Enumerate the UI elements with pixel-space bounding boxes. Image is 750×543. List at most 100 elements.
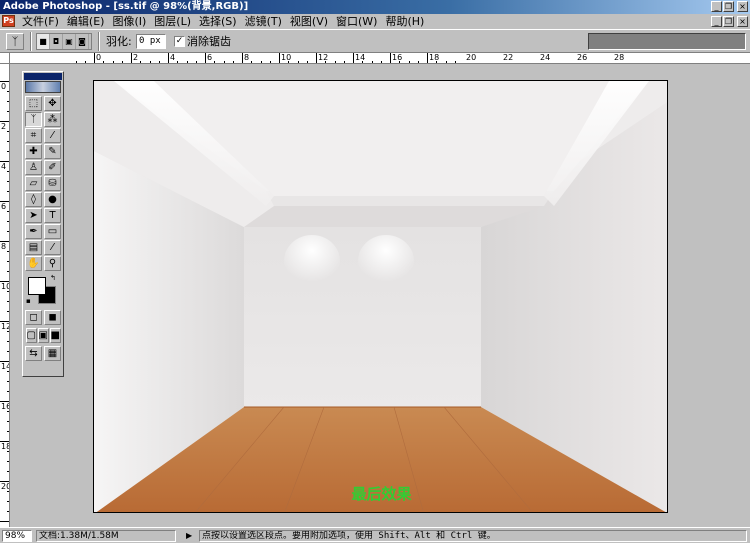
feather-label: 羽化: <box>106 35 132 48</box>
ruler-tick <box>7 391 9 392</box>
ruler-label: 8 <box>1 242 7 251</box>
menu-item[interactable]: 文件(F) <box>18 14 63 29</box>
ruler-tick <box>205 53 206 63</box>
ruler-tick <box>7 141 9 142</box>
move-icon[interactable]: ✥ <box>44 96 61 111</box>
blur-icon[interactable]: ◊ <box>25 192 42 207</box>
menu-item[interactable]: 选择(S) <box>195 14 241 29</box>
quick-mask-icon[interactable]: ◼ <box>44 310 61 325</box>
canvas-caption: 最后效果 <box>351 485 412 503</box>
close-button[interactable]: × <box>737 1 748 12</box>
ruler-tick <box>7 331 9 332</box>
ruler-tick <box>177 61 179 63</box>
ruler-label: 4 <box>1 162 7 171</box>
color-swatches: ↰ ▪ <box>25 275 61 307</box>
ruler-tick <box>242 53 243 63</box>
ruler-origin[interactable] <box>0 53 10 64</box>
foreground-color[interactable] <box>28 277 46 295</box>
default-colors-icon[interactable]: ▪ <box>26 298 31 305</box>
pen-icon[interactable]: ✒ <box>25 224 42 239</box>
path-select-icon[interactable]: ➤ <box>25 208 42 223</box>
brush-icon[interactable]: ✎ <box>44 144 61 159</box>
ruler-tick <box>7 341 9 342</box>
restore-button[interactable]: ❐ <box>723 1 734 12</box>
menu-item[interactable]: 帮助(H) <box>381 14 428 29</box>
notes-icon[interactable]: ▤ <box>25 240 42 255</box>
jump-imageready-icon[interactable]: ⇆ <box>25 346 42 361</box>
ruler-tick <box>7 301 9 302</box>
marquee-icon[interactable]: ⬚ <box>25 96 42 111</box>
ruler-tick <box>417 61 419 63</box>
antialias-checkbox[interactable]: ✓ <box>174 36 185 47</box>
ruler-tick <box>168 53 169 63</box>
menu-item[interactable]: 图像(I) <box>108 14 150 29</box>
ruler-tick <box>7 381 9 382</box>
history-brush-icon[interactable]: ✐ <box>44 160 61 175</box>
document-window-controls: _ ❐ × <box>711 16 748 27</box>
add-selection-button[interactable]: ◘ <box>50 34 63 49</box>
doc-close-button[interactable]: × <box>737 16 748 27</box>
zoom-icon[interactable]: ⚲ <box>44 256 61 271</box>
ruler-tick <box>7 101 9 102</box>
ruler-tick <box>94 53 95 63</box>
title-bar: Adobe Photoshop - [ss.tif @ 98%(背景,RGB)]… <box>0 0 750 14</box>
zoom-field[interactable]: 98% <box>2 530 32 542</box>
ruler-tick <box>7 91 9 92</box>
ruler-tick <box>7 291 9 292</box>
horizontal-ruler[interactable]: 0 2 4 6 8 10 12 14 16 18 20 22 24 26 28 <box>10 53 750 64</box>
doc-restore-button[interactable]: ❐ <box>723 16 734 27</box>
crop-icon[interactable]: ⌗ <box>25 128 42 143</box>
adobe-online-icon[interactable] <box>25 81 61 93</box>
magic-wand-icon[interactable]: ⁂ <box>44 112 61 127</box>
mask-mode-group: ◻ ◼ <box>23 310 63 325</box>
ruler-tick <box>103 61 105 63</box>
full-screen-icon[interactable]: ■ <box>49 328 61 343</box>
standard-screen-icon[interactable]: ▢ <box>25 328 37 343</box>
rectangle-icon[interactable]: ▭ <box>44 224 61 239</box>
ruler-tick <box>195 61 197 63</box>
palette-well[interactable] <box>588 33 746 50</box>
menu-item[interactable]: 编辑(E) <box>63 14 109 29</box>
eraser-icon[interactable]: ▱ <box>25 176 42 191</box>
menu-item[interactable]: 滤镜(T) <box>241 14 286 29</box>
new-selection-button[interactable]: ■ <box>37 34 50 49</box>
swap-colors-icon[interactable]: ↰ <box>50 275 56 282</box>
screen-mode-group: ▢ ▣ ■ <box>23 328 63 343</box>
feather-input[interactable]: 0 px <box>136 34 166 49</box>
dodge-icon[interactable]: ● <box>44 192 61 207</box>
status-menu-arrow-icon[interactable]: ▶ <box>186 531 192 540</box>
eyedropper-icon[interactable]: ⁄ <box>44 240 61 255</box>
menu-item[interactable]: 视图(V) <box>286 14 332 29</box>
hand-icon[interactable]: ✋ <box>25 256 42 271</box>
ruler-label: 4 <box>170 53 176 62</box>
full-screen-menu-icon[interactable]: ▣ <box>37 328 49 343</box>
clone-stamp-icon[interactable]: ♙ <box>25 160 42 175</box>
ruler-tick <box>140 61 142 63</box>
document-info[interactable]: 文档:1.38M/1.58M <box>36 530 176 542</box>
slice-icon[interactable]: ⁄ <box>44 128 61 143</box>
standard-mode-icon[interactable]: ◻ <box>25 310 42 325</box>
minimize-button[interactable]: _ <box>711 1 722 12</box>
menu-item[interactable]: 窗口(W) <box>332 14 381 29</box>
document-canvas[interactable]: 最后效果 <box>93 80 668 513</box>
doc-minimize-button[interactable]: _ <box>711 16 722 27</box>
toolbox-title-bar[interactable] <box>24 73 62 80</box>
tool-preset-picker[interactable]: ᛉ <box>6 33 24 50</box>
ruler-tick <box>279 53 280 63</box>
menu-item[interactable]: 图层(L) <box>150 14 195 29</box>
type-icon[interactable]: T <box>44 208 61 223</box>
subtract-selection-button[interactable]: ▣ <box>63 34 76 49</box>
intersect-selection-button[interactable]: ◙ <box>76 34 89 49</box>
ruler-tick <box>7 421 9 422</box>
ruler-label: 20 <box>466 53 477 62</box>
document-icon[interactable]: Ps <box>2 15 15 27</box>
ruler-tick <box>7 211 9 212</box>
ruler-label: 26 <box>577 53 588 62</box>
lasso-icon[interactable]: ᛉ <box>25 112 42 127</box>
ruler-tick <box>408 61 410 63</box>
paint-bucket-icon[interactable]: ⛁ <box>44 176 61 191</box>
healing-brush-icon[interactable]: ✚ <box>25 144 42 159</box>
ruler-tick <box>223 61 225 63</box>
grid-icon[interactable]: ▦ <box>44 346 61 361</box>
vertical-ruler[interactable]: 0 2 4 6 8 10 12 14 16 18 20 <box>0 64 10 527</box>
